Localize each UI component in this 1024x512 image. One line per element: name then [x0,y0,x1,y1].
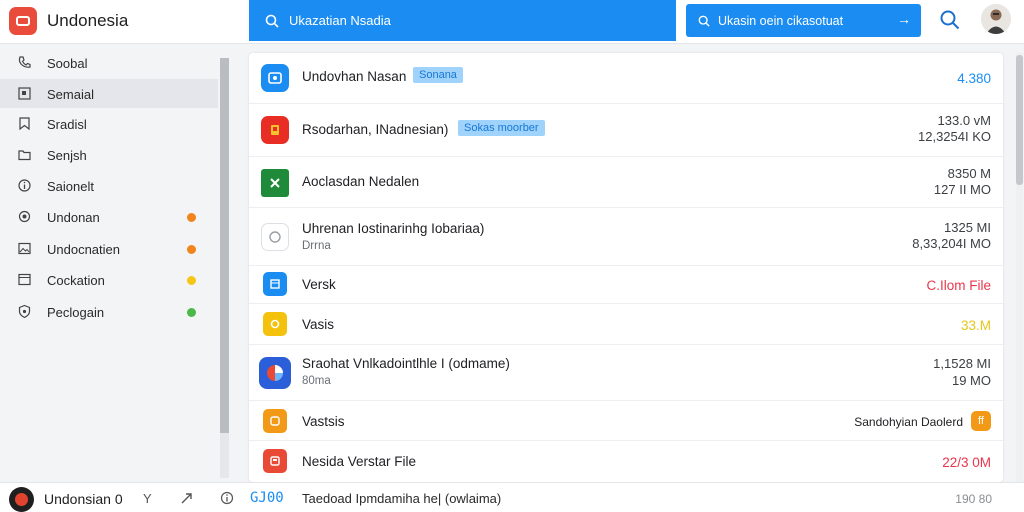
search-action-button[interactable]: Ukasin oein cikasotuat → [686,4,921,37]
file-subtitle: Drrna [302,240,331,252]
file-count: 19 MO [951,373,991,388]
sidebar-item-semaial[interactable]: Semaial [0,79,218,108]
blue-doc-icon [263,272,287,296]
search-input[interactable]: Ukazatian Nsadia [249,0,676,41]
file-list: Undovhan Nasan Sonana 4.380 Rsodarhan, I… [249,53,1003,482]
file-row[interactable]: Rsodarhan, INadnesian) Sokas moorber 133… [249,104,1003,157]
file-size: 33.M [960,318,991,333]
window-icon [17,272,32,287]
sidebar-item-undonan[interactable]: Undonan [0,202,218,231]
sidebar-item-soobal[interactable]: Soobal [0,48,218,77]
info-icon [17,178,32,193]
file-name: Versk [302,277,336,292]
file-name: Vasis [302,317,335,332]
share-icon[interactable] [180,491,194,505]
yellow-doc-icon [263,312,287,336]
file-name: Nesida Verstar File [302,454,417,469]
sidebar-item-sradisl[interactable]: Sradisl [0,109,218,138]
red-slide-icon [263,449,287,473]
file-count: 12,3254I KO [918,129,991,144]
file-row[interactable]: Vasis 33.M [249,304,1003,345]
status-dot [187,276,196,285]
file-name: Sraohat Vnlkadointlhle I (odmame) [302,356,510,371]
file-row[interactable]: Nesida Verstar File 22/3 0M [249,441,1003,482]
file-count: 8,33,204I MO [912,236,991,251]
sidebar-item-cockation[interactable]: Cockation [0,265,218,294]
arrow-right-icon: → [897,11,911,27]
red-app-icon [261,116,289,144]
blue-app-icon [261,64,289,92]
multicolor-app-icon [259,357,291,389]
shield-icon [17,304,32,319]
file-size: 133.0 vM [937,113,991,128]
action-button-label: Ukasin oein cikasotuat [718,13,844,28]
orange-doc-icon [263,409,287,433]
file-tag[interactable]: Sonana [413,67,463,83]
file-row[interactable]: Sraohat Vnlkadointlhle I (odmame) 80ma 1… [249,345,1003,401]
sidebar-item-undocnatien[interactable]: Undocnatien [0,234,218,263]
file-name: Rsodarhan, INadnesian) [302,122,449,137]
status-dot [187,213,196,222]
file-size: 4.380 [957,71,991,86]
search-icon [265,14,279,28]
sidebar-scrollbar-thumb[interactable] [220,58,229,433]
file-count: 127 II MO [933,182,991,197]
sidebar-item-peclogain[interactable]: Peclogain [0,297,218,326]
bottom-code[interactable]: GJ00 [250,490,284,506]
main-scrollbar-thumb[interactable] [1016,55,1023,185]
green-sheet-icon [261,169,289,197]
app-logo-icon[interactable] [9,487,34,512]
file-size: 1,1528 MI [933,356,991,371]
file-size: 8350 M [947,166,991,181]
sidebar-item-saionelt[interactable]: Saionelt [0,171,218,200]
file-subtitle: 80ma [302,375,331,387]
search-icon [698,15,710,27]
white-file-icon [261,223,289,251]
image-icon [17,241,32,256]
avatar[interactable] [981,4,1011,34]
folder-icon [17,147,32,162]
file-name: Undovhan Nasan [302,69,407,84]
bottom-path: Taedoad Ipmdamiha he| (owlaima) [302,491,502,506]
file-size: C.Ilom File [926,278,991,293]
file-row[interactable]: Versk C.Ilom File [249,266,1003,304]
file-name: Uhrenan Iostinarinhg Iobariaa) [302,221,485,236]
app-logo-icon[interactable] [9,7,37,35]
y-icon[interactable]: Y [143,491,157,506]
bottom-title: Undonsian 0 [44,491,123,507]
file-name: Vastsis [302,414,345,429]
status-dot [187,308,196,317]
bookmark-icon [17,116,32,131]
file-row[interactable]: Aoclasdan Nedalen 8350 M 127 II MO [249,157,1003,208]
status-chip[interactable]: ff [971,411,991,431]
sidebar-item-senjsh[interactable]: Senjsh [0,140,218,169]
sidebar: Soobal Semaial Sradisl Senjsh Saionelt U… [0,45,232,482]
file-row[interactable]: Uhrenan Iostinarinhg Iobariaa) Drrna 132… [249,208,1003,266]
file-tag[interactable]: Sokas moorber [458,120,545,136]
status-dot [187,245,196,254]
file-row[interactable]: Undovhan Nasan Sonana 4.380 [249,53,1003,104]
phone-icon [17,55,32,70]
bottom-size: 190 80 [955,492,992,506]
info-icon[interactable] [220,491,234,505]
file-status: Sandohyian Daolerd [854,415,963,429]
bottom-bar: Undonsian 0 Y GJ00 Taedoad Ipmdamiha he|… [0,482,1024,512]
search-placeholder: Ukazatian Nsadia [289,13,391,28]
file-size: 1325 MI [944,220,991,235]
file-name: Aoclasdan Nedalen [302,174,420,189]
square-icon [17,86,32,101]
file-size: 22/3 0M [942,455,991,470]
circle-icon [17,209,32,224]
file-row[interactable]: Vastsis Sandohyian Daolerd ff [249,401,1003,441]
search-icon[interactable] [939,9,961,31]
top-bar: Undonesia Ukazatian Nsadia Ukasin oein c… [0,0,1024,44]
app-title: Undonesia [47,11,129,30]
